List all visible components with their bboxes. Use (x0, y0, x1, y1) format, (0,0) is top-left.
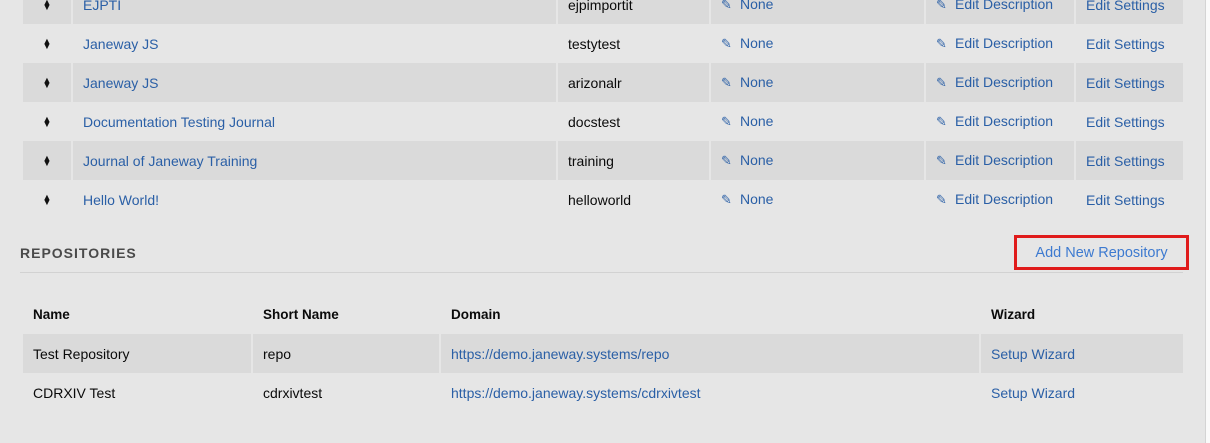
edit-icon: ✎ (721, 192, 732, 207)
edit-settings-link[interactable]: Edit Settings (1086, 192, 1165, 208)
table-row: ▲ ▼ Janeway JS arizonalr ✎ None ✎ Edit Desc… (23, 63, 1183, 102)
journal-name-link[interactable]: Documentation Testing Journal (83, 114, 275, 130)
repository-short-name: repo (253, 334, 441, 373)
edit-icon: ✎ (936, 153, 947, 168)
journal-name-link[interactable]: Hello World! (83, 192, 159, 208)
repositories-table: Name Short Name Domain Wizard Test Repos… (23, 294, 1183, 412)
edit-icon: ✎ (936, 36, 947, 51)
section-divider (20, 272, 1183, 273)
edit-none-link[interactable]: ✎ None (721, 0, 773, 12)
edit-icon: ✎ (721, 75, 732, 90)
edit-settings-link[interactable]: Edit Settings (1086, 0, 1165, 13)
edit-settings-link[interactable]: Edit Settings (1086, 75, 1165, 91)
table-row: ▲ ▼ Documentation Testing Journal docstes… (23, 102, 1183, 141)
column-header-short-name: Short Name (253, 294, 441, 334)
content-panel: ▲ ▼ EJPTI ejpimportit ✎ None ✎ Edit Descrip… (0, 0, 1205, 443)
journal-code: helloworld (558, 180, 711, 219)
journal-name-link[interactable]: Janeway JS (83, 75, 158, 91)
table-row: Test Repository repo https://demo.janewa… (23, 334, 1183, 373)
edit-settings-link[interactable]: Edit Settings (1086, 114, 1165, 130)
sort-icon: ▲ ▼ (42, 0, 52, 12)
edit-description-link[interactable]: ✎ Edit Description (936, 152, 1053, 168)
sort-icon: ▲ ▼ (42, 74, 52, 90)
sort-icon: ▲ ▼ (42, 35, 52, 51)
edit-icon: ✎ (721, 36, 732, 51)
edit-icon: ✎ (936, 192, 947, 207)
journal-name-link[interactable]: Janeway JS (83, 36, 158, 52)
column-header-domain: Domain (441, 294, 981, 334)
edit-description-link[interactable]: ✎ Edit Description (936, 113, 1053, 129)
sort-handle[interactable]: ▲ ▼ (23, 102, 73, 141)
setup-wizard-link[interactable]: Setup Wizard (991, 346, 1075, 362)
edit-icon: ✎ (721, 153, 732, 168)
edit-icon: ✎ (721, 0, 732, 12)
sort-handle[interactable]: ▲ ▼ (23, 0, 73, 24)
sort-handle[interactable]: ▲ ▼ (23, 24, 73, 63)
table-row: ▲ ▼ EJPTI ejpimportit ✎ None ✎ Edit Descrip… (23, 0, 1183, 24)
column-header-name: Name (23, 294, 253, 334)
journal-name-link[interactable]: EJPTI (83, 0, 121, 13)
repository-domain-link[interactable]: https://demo.janeway.systems/repo (451, 346, 669, 362)
table-row: ▲ ▼ Hello World! helloworld ✎ None ✎ Edit D… (23, 180, 1183, 219)
edit-none-link[interactable]: ✎ None (721, 113, 773, 129)
table-header-row: Name Short Name Domain Wizard (23, 294, 1183, 334)
journal-code: arizonalr (558, 63, 711, 102)
repository-domain-link[interactable]: https://demo.janeway.systems/cdrxivtest (451, 385, 701, 401)
journal-code: ejpimportit (558, 0, 711, 24)
column-header-wizard: Wizard (981, 294, 1183, 334)
edit-none-link[interactable]: ✎ None (721, 35, 773, 51)
edit-settings-link[interactable]: Edit Settings (1086, 153, 1165, 169)
add-new-repository-button[interactable]: Add New Repository (1014, 235, 1189, 270)
repository-name: Test Repository (23, 334, 253, 373)
sort-icon: ▲ ▼ (42, 152, 52, 168)
journals-table: ▲ ▼ EJPTI ejpimportit ✎ None ✎ Edit Descrip… (23, 0, 1183, 219)
sort-icon: ▲ ▼ (42, 113, 52, 129)
edit-description-link[interactable]: ✎ Edit Description (936, 35, 1053, 51)
edit-icon: ✎ (721, 114, 732, 129)
sort-handle[interactable]: ▲ ▼ (23, 141, 73, 180)
journal-code: docstest (558, 102, 711, 141)
journal-name-link[interactable]: Journal of Janeway Training (83, 153, 257, 169)
edit-description-link[interactable]: ✎ Edit Description (936, 0, 1053, 12)
edit-icon: ✎ (936, 114, 947, 129)
repository-short-name: cdrxivtest (253, 373, 441, 412)
table-row: ▲ ▼ Janeway JS testytest ✎ None ✎ Edit Desc… (23, 24, 1183, 63)
edit-none-link[interactable]: ✎ None (721, 74, 773, 90)
sort-handle[interactable]: ▲ ▼ (23, 180, 73, 219)
setup-wizard-link[interactable]: Setup Wizard (991, 385, 1075, 401)
journal-code: training (558, 141, 711, 180)
edit-settings-link[interactable]: Edit Settings (1086, 36, 1165, 52)
edit-icon: ✎ (936, 75, 947, 90)
edit-description-link[interactable]: ✎ Edit Description (936, 74, 1053, 90)
edit-none-link[interactable]: ✎ None (721, 152, 773, 168)
edit-icon: ✎ (936, 0, 947, 12)
sort-handle[interactable]: ▲ ▼ (23, 63, 73, 102)
edit-description-link[interactable]: ✎ Edit Description (936, 191, 1053, 207)
table-row: ▲ ▼ Journal of Janeway Training training … (23, 141, 1183, 180)
sort-icon: ▲ ▼ (42, 191, 52, 207)
repositories-heading: REPOSITORIES (20, 245, 137, 261)
table-row: CDRXIV Test cdrxivtest https://demo.jane… (23, 373, 1183, 412)
repository-name: CDRXIV Test (23, 373, 253, 412)
journal-code: testytest (558, 24, 711, 63)
page-edge (1205, 0, 1210, 443)
edit-none-link[interactable]: ✎ None (721, 191, 773, 207)
